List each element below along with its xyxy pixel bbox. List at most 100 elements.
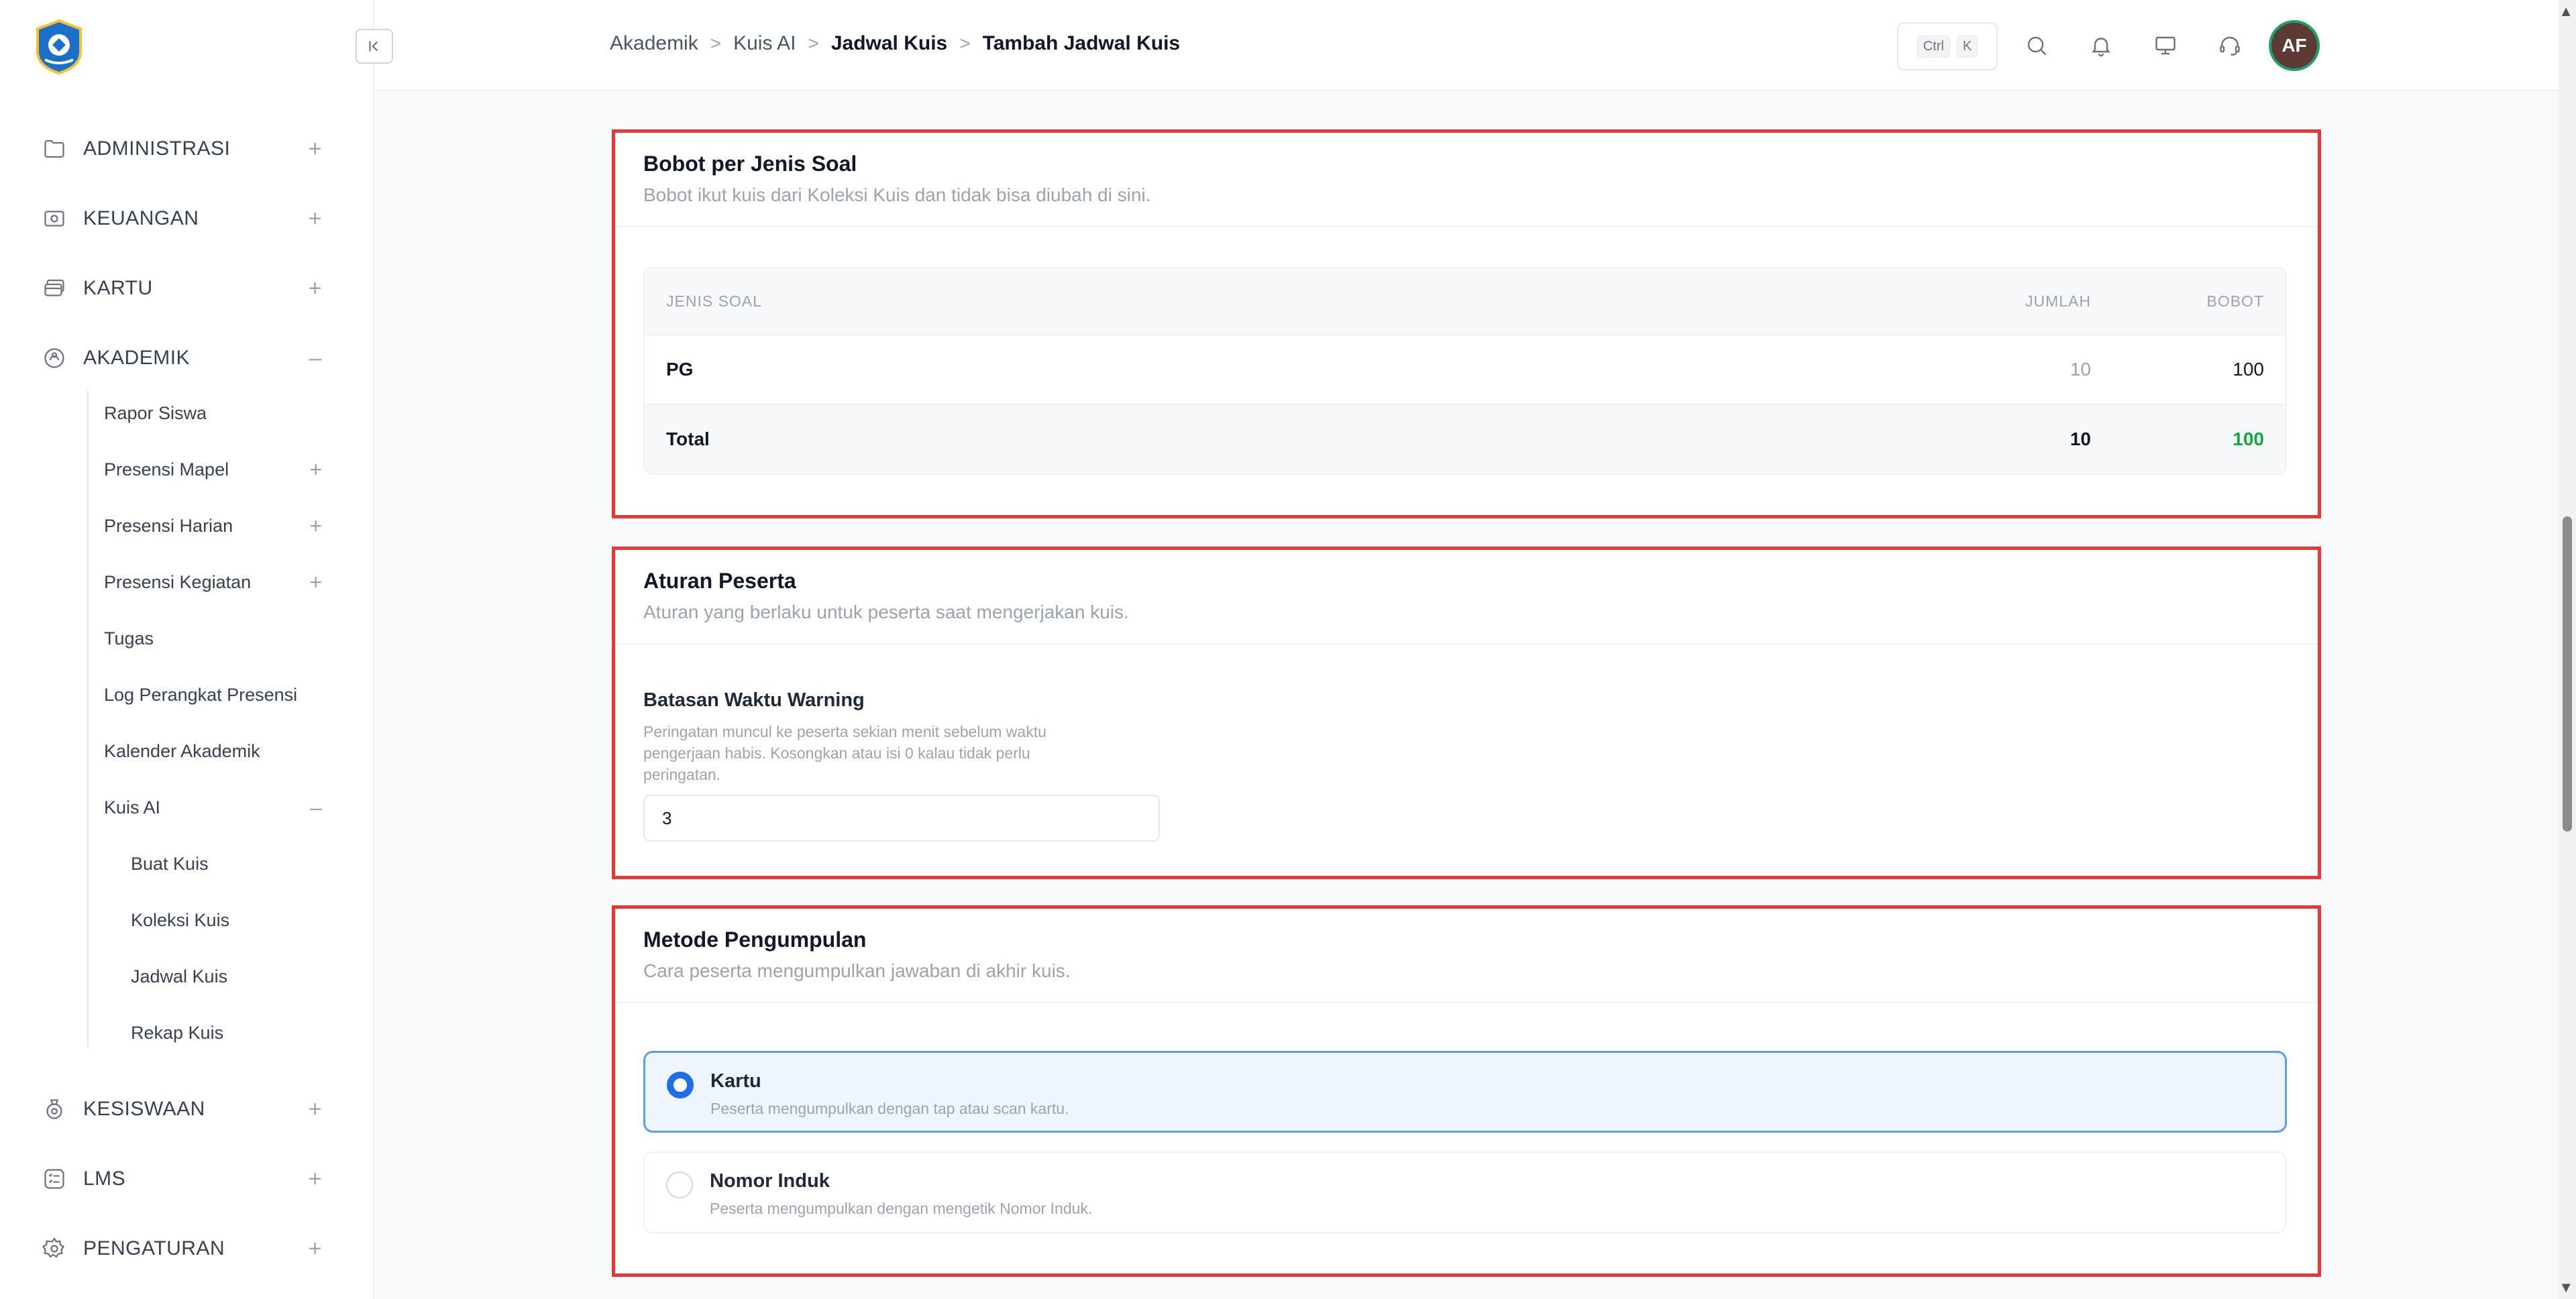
school-logo[interactable] xyxy=(30,18,88,76)
sidebar-item-pengaturan[interactable]: PENGATURAN + xyxy=(40,1229,322,1269)
sidebar-subitem-rapor-siswa[interactable]: Rapor Siswa xyxy=(104,396,322,430)
page-scrollbar[interactable]: ▲ ▼ xyxy=(2559,0,2576,1299)
sidebar-item-kesiswaan[interactable]: KESISWAAN + xyxy=(40,1089,322,1129)
breadcrumb-jadwal-kuis[interactable]: Jadwal Kuis xyxy=(831,32,947,55)
bobot-card-header: Bobot per Jenis Soal Bobot ikut kuis dar… xyxy=(615,133,2318,227)
bobot-subtitle: Bobot ikut kuis dari Koleksi Kuis dan ti… xyxy=(643,184,1151,205)
sidebar-item-lms[interactable]: LMS + xyxy=(40,1159,322,1199)
subitem-label: Rapor Siswa xyxy=(104,402,207,423)
sidebar-item-label: AKADEMIK xyxy=(83,347,191,369)
subitem-label: Presensi Mapel xyxy=(104,459,229,479)
support-icon[interactable] xyxy=(2214,30,2246,62)
sidebar-item-label: KARTU xyxy=(83,277,153,299)
expand-plus-icon[interactable]: + xyxy=(309,457,322,482)
folder-icon xyxy=(40,135,68,163)
radio-label: Kartu xyxy=(710,1070,761,1092)
breadcrumb-akademik[interactable]: Akademik xyxy=(610,32,698,55)
radio-label: Nomor Induk xyxy=(710,1170,830,1192)
sidebar-item-label: LMS xyxy=(83,1168,126,1190)
expand-plus-icon[interactable]: + xyxy=(309,514,322,539)
expand-plus-icon[interactable]: + xyxy=(309,1166,322,1192)
kbd-k: K xyxy=(1956,35,1978,58)
column-header-jumlah: JUMLAH xyxy=(2025,292,2091,310)
command-palette-button[interactable]: Ctrl K xyxy=(1897,22,1998,70)
collapse-minus-icon[interactable]: – xyxy=(309,345,322,372)
radio-option-nomor-induk[interactable]: Nomor Induk Peserta mengumpulkan dengan … xyxy=(643,1151,2287,1233)
chevron-right-icon: > xyxy=(959,33,971,54)
warning-field-help: Peringatan muncul ke peserta sekian meni… xyxy=(643,721,1126,785)
sidebar-subitem-kalender[interactable]: Kalender Akademik xyxy=(104,734,322,768)
expand-plus-icon[interactable]: + xyxy=(309,276,322,302)
aturan-subtitle: Aturan yang berlaku untuk peserta saat m… xyxy=(643,602,1129,622)
warning-time-input[interactable]: 3 xyxy=(643,795,1160,842)
collapse-minus-icon[interactable]: – xyxy=(310,795,322,820)
sidebar-subitem-presensi-harian[interactable]: Presensi Harian + xyxy=(104,509,322,543)
radio-description: Peserta mengumpulkan dengan mengetik Nom… xyxy=(710,1200,1093,1217)
bobot-table: JENIS SOAL JUMLAH BOBOT PG 10 100 Total … xyxy=(643,267,2287,475)
sidebar-subitem-rekap-kuis[interactable]: Rekap Kuis xyxy=(131,1016,322,1050)
expand-plus-icon[interactable]: + xyxy=(309,570,322,595)
radio-selected-icon[interactable] xyxy=(667,1072,694,1098)
cell-bobot: 100 xyxy=(2233,359,2264,380)
aturan-card: Aturan Peserta Aturan yang berlaku untuk… xyxy=(612,547,2321,879)
help-line: peringatan. xyxy=(643,766,721,783)
sidebar-subitem-tugas[interactable]: Tugas xyxy=(104,622,322,655)
sidebar-subitem-koleksi-kuis[interactable]: Koleksi Kuis xyxy=(131,903,322,937)
sidebar-subitem-kuis-ai[interactable]: Kuis AI – xyxy=(104,791,322,824)
sidebar-item-administrasi[interactable]: ADMINISTRASI + xyxy=(40,129,322,169)
breadcrumb-current: Tambah Jadwal Kuis xyxy=(982,32,1181,54)
radio-option-kartu[interactable]: Kartu Peserta mengumpulkan dengan tap at… xyxy=(643,1051,2287,1133)
expand-plus-icon[interactable]: + xyxy=(309,1236,322,1262)
radio-unselected-icon[interactable] xyxy=(666,1172,693,1198)
chevron-right-icon: > xyxy=(710,33,722,54)
bobot-title: Bobot per Jenis Soal xyxy=(643,152,857,176)
expand-plus-icon[interactable]: + xyxy=(309,136,322,162)
aturan-title: Aturan Peserta xyxy=(643,569,796,593)
metode-card-header: Metode Pengumpulan Cara peserta mengumpu… xyxy=(615,909,2318,1003)
collapse-left-icon xyxy=(369,41,378,52)
scroll-down-arrow-icon[interactable]: ▼ xyxy=(2559,1279,2573,1296)
sidebar-item-kartu[interactable]: KARTU + xyxy=(40,268,322,308)
help-line: Peringatan muncul ke peserta sekian meni… xyxy=(643,723,1046,740)
money-icon xyxy=(40,205,68,233)
expand-plus-icon[interactable]: + xyxy=(309,1096,322,1123)
metode-card: Metode Pengumpulan Cara peserta mengumpu… xyxy=(612,905,2321,1277)
academic-icon xyxy=(40,344,68,372)
card-icon xyxy=(40,274,68,302)
total-bobot: 100 xyxy=(2233,429,2264,449)
student-icon xyxy=(40,1095,68,1123)
metode-title: Metode Pengumpulan xyxy=(643,927,867,952)
total-jumlah: 10 xyxy=(2070,429,2091,449)
subitem-label: Log Perangkat Presensi xyxy=(104,684,298,705)
column-header-jenis: JENIS SOAL xyxy=(666,292,762,310)
kbd-ctrl: Ctrl xyxy=(1917,35,1950,58)
chevron-right-icon: > xyxy=(808,33,819,54)
sidebar-subitem-presensi-kegiatan[interactable]: Presensi Kegiatan + xyxy=(104,565,322,599)
radio-description: Peserta mengumpulkan dengan tap atau sca… xyxy=(710,1100,1069,1117)
scrollbar-thumb[interactable] xyxy=(2563,516,2572,832)
sidebar-item-keuangan[interactable]: KEUANGAN + xyxy=(40,199,322,239)
expand-plus-icon[interactable]: + xyxy=(309,206,322,232)
sidebar-item-label: ADMINISTRASI xyxy=(83,137,231,160)
sidebar-subitem-buat-kuis[interactable]: Buat Kuis xyxy=(131,847,322,881)
sidebar-item-label: PENGATURAN xyxy=(83,1237,225,1259)
lms-icon xyxy=(40,1165,68,1193)
table-header-row: JENIS SOAL JUMLAH BOBOT xyxy=(645,268,2286,334)
breadcrumb-kuis-ai[interactable]: Kuis AI xyxy=(733,32,796,55)
sidebar-item-label: KESISWAAN xyxy=(83,1098,205,1120)
scroll-up-arrow-icon[interactable]: ▲ xyxy=(2559,3,2573,20)
bell-icon[interactable] xyxy=(2085,30,2117,62)
collapse-sidebar-button[interactable] xyxy=(356,29,393,64)
subitem-label: Buat Kuis xyxy=(131,853,209,874)
avatar[interactable]: AF xyxy=(2269,20,2320,71)
sidebar-subitem-jadwal-kuis[interactable]: Jadwal Kuis xyxy=(131,960,322,993)
sidebar-subitem-log-perangkat[interactable]: Log Perangkat Presensi xyxy=(104,678,322,712)
sidebar-item-akademik[interactable]: AKADEMIK – xyxy=(40,338,322,378)
monitor-icon[interactable] xyxy=(2149,30,2182,62)
tree-guide-line xyxy=(87,390,89,1048)
sidebar: ADMINISTRASI + KEUANGAN + KARTU + AKADEM… xyxy=(0,0,374,1299)
search-icon[interactable] xyxy=(2021,30,2053,62)
subitem-label: Kuis AI xyxy=(104,797,161,817)
help-line: pengerjaan habis. Kosongkan atau isi 0 k… xyxy=(643,744,1030,762)
sidebar-subitem-presensi-mapel[interactable]: Presensi Mapel + xyxy=(104,453,322,486)
